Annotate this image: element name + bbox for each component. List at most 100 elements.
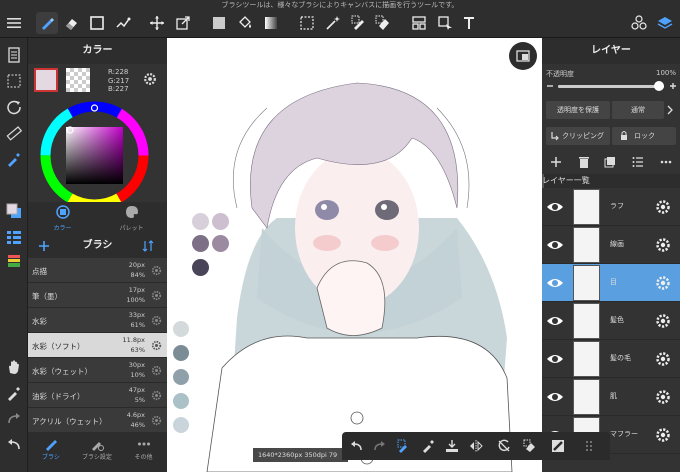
brush-item[interactable]: 水彩（ウェット） 30px 10% — [28, 358, 167, 383]
quick-eyedropper-icon[interactable] — [420, 438, 436, 454]
file-icon[interactable] — [3, 44, 25, 66]
color-settings-gear-icon[interactable] — [143, 72, 157, 86]
layer-row[interactable]: ラフ — [542, 188, 680, 226]
brush-settings-gear-icon[interactable] — [151, 415, 162, 426]
materials-icon[interactable] — [628, 12, 650, 34]
fill-square-icon[interactable] — [208, 12, 230, 34]
layer-settings-gear-icon[interactable] — [655, 427, 671, 443]
layer-list-icon[interactable] — [3, 226, 25, 248]
protect-alpha-button[interactable]: 透明度を保護 — [546, 101, 610, 119]
brush-item[interactable]: 筆（墨） 17px 100% — [28, 283, 167, 308]
duplicate-layer-icon[interactable] — [604, 156, 616, 168]
magic-wand-icon[interactable] — [322, 12, 344, 34]
brush-item[interactable]: 点描 20px 84% — [28, 258, 167, 283]
tab-color[interactable]: カラー — [28, 202, 97, 234]
eye-icon[interactable] — [546, 238, 564, 252]
add-layer-icon[interactable] — [550, 156, 562, 168]
color-swatch[interactable] — [212, 235, 229, 252]
layer-settings-gear-icon[interactable] — [655, 275, 671, 291]
gradient-icon[interactable] — [260, 12, 282, 34]
eye-icon[interactable] — [546, 352, 564, 366]
layers-icon[interactable] — [654, 12, 676, 34]
delete-layer-icon[interactable] — [578, 156, 590, 168]
primary-color-swatch[interactable] — [34, 68, 58, 92]
brush-settings-gear-icon[interactable] — [151, 390, 162, 401]
layer-settings-gear-icon[interactable] — [655, 237, 671, 253]
layer-folder-header[interactable]: レイヤー一覧 — [542, 174, 680, 188]
eyedropper-icon[interactable] — [3, 148, 25, 170]
color-swatch[interactable] — [173, 417, 189, 433]
color-swatch[interactable] — [173, 321, 189, 337]
brush-item[interactable]: 水彩（ソフト） 11.8px 63% — [28, 333, 167, 358]
quick-rotate-icon[interactable] — [496, 438, 512, 454]
secondary-color-swatch[interactable] — [66, 68, 90, 92]
sort-brush-icon[interactable] — [142, 240, 154, 252]
opacity-slider-knob[interactable] — [654, 81, 664, 91]
drawing-canvas[interactable] — [167, 38, 542, 472]
quick-redo-icon[interactable] — [372, 438, 388, 454]
panel-icon[interactable] — [408, 12, 430, 34]
tab-palette[interactable]: パレット — [97, 202, 166, 234]
material-stack-icon[interactable] — [3, 250, 25, 272]
brush-settings-gear-icon[interactable] — [151, 290, 162, 301]
quick-undo-icon[interactable] — [348, 438, 364, 454]
eye-icon[interactable] — [546, 314, 564, 328]
color-swatch-icon[interactable] — [3, 200, 25, 222]
add-brush-icon[interactable] — [38, 240, 50, 252]
blend-mode-button[interactable]: 通常 — [612, 101, 664, 119]
brush-icon[interactable] — [36, 12, 58, 34]
eye-icon[interactable] — [546, 390, 564, 404]
opacity-slider[interactable] — [558, 81, 664, 91]
brush-settings-gear-icon[interactable] — [151, 315, 162, 326]
crop-icon[interactable] — [434, 12, 456, 34]
tab-brush[interactable]: ブラシ — [28, 432, 74, 472]
color-swatch[interactable] — [192, 259, 209, 276]
layer-settings-gear-icon[interactable] — [655, 351, 671, 367]
transform-icon[interactable] — [172, 12, 194, 34]
color-swatch[interactable] — [192, 235, 209, 252]
canvas-area[interactable] — [167, 38, 542, 472]
eye-icon[interactable] — [546, 200, 564, 214]
quick-grip-icon[interactable] — [582, 438, 598, 454]
brush-item[interactable]: 油彩（ドライ） 47px 5% — [28, 383, 167, 408]
color-swatch[interactable] — [173, 345, 189, 361]
brush-item[interactable]: アクリル（ウェット） 4.6px 46% — [28, 408, 167, 433]
select-pen-icon[interactable] — [348, 12, 370, 34]
brush-settings-gear-icon[interactable] — [151, 340, 162, 351]
hand-icon[interactable] — [3, 356, 25, 378]
brush-settings-gear-icon[interactable] — [151, 365, 162, 376]
text-icon[interactable] — [458, 12, 480, 34]
more-options-icon[interactable] — [660, 156, 672, 168]
quick-fill-icon[interactable] — [550, 438, 566, 454]
ruler-icon[interactable] — [3, 122, 25, 144]
layer-settings-gear-icon[interactable] — [655, 199, 671, 215]
layer-row[interactable]: 髪色 — [542, 302, 680, 340]
tab-brush-settings[interactable]: ブラシ設定 — [74, 432, 120, 472]
quick-clear-icon[interactable] — [522, 438, 538, 454]
chevron-right-icon[interactable] — [667, 105, 673, 115]
color-swatch[interactable] — [192, 213, 209, 230]
quick-lasso-icon[interactable] — [396, 438, 412, 454]
bucket-icon[interactable] — [234, 12, 256, 34]
color-wheel[interactable] — [39, 100, 150, 211]
rotate-icon[interactable] — [3, 96, 25, 118]
quick-import-icon[interactable] — [444, 438, 460, 454]
opacity-minus-icon[interactable] — [546, 82, 554, 90]
select-icon[interactable] — [296, 12, 318, 34]
undo-icon[interactable] — [3, 434, 25, 456]
color-swatch[interactable] — [212, 213, 229, 230]
layer-list-view-icon[interactable] — [632, 156, 644, 168]
opacity-plus-icon[interactable] — [669, 82, 677, 90]
layer-settings-gear-icon[interactable] — [655, 389, 671, 405]
select-eraser-icon[interactable] — [372, 12, 394, 34]
brush-item[interactable]: 水彩 33px 61% — [28, 308, 167, 333]
eye-icon[interactable] — [546, 276, 564, 290]
layer-row[interactable]: 線画 — [542, 226, 680, 264]
picker-icon[interactable] — [3, 382, 25, 404]
color-swatch[interactable] — [173, 369, 189, 385]
color-swatch[interactable] — [173, 393, 189, 409]
tab-other[interactable]: その他 — [120, 432, 167, 472]
pen-icon[interactable] — [112, 12, 134, 34]
shape-icon[interactable] — [86, 12, 108, 34]
quick-flip-icon[interactable] — [468, 438, 484, 454]
